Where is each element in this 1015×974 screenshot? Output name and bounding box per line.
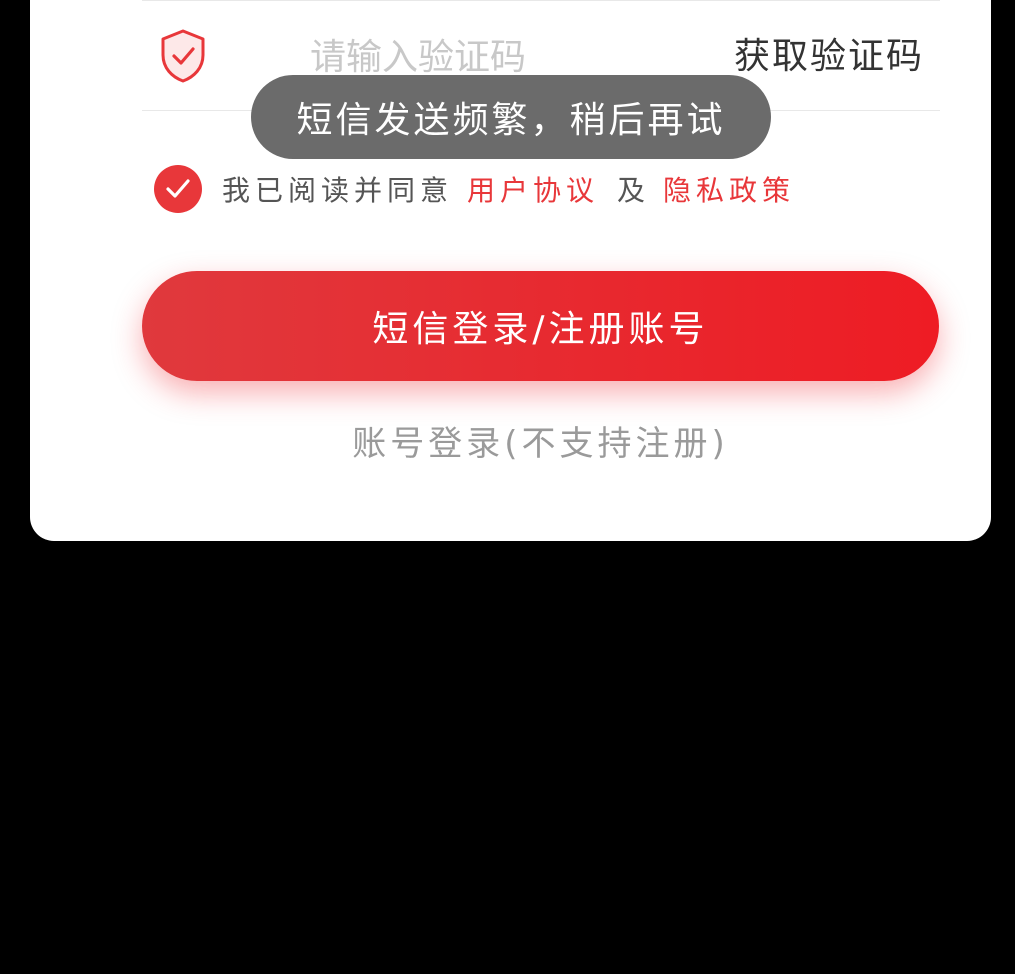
checkmark-icon [166, 179, 190, 198]
user-agreement-link[interactable]: 用户协议 [467, 169, 599, 209]
agreement-and-text: 及 [617, 174, 646, 207]
privacy-policy-link[interactable]: 隐私政策 [663, 169, 795, 209]
get-code-button[interactable]: 获取验证码 [734, 29, 924, 85]
agreement-checkbox[interactable] [154, 165, 202, 213]
agreement-row: 我已阅读并同意 用户协议 及 隐私政策 [154, 165, 795, 213]
agreement-text: 我已阅读并同意 [222, 174, 454, 207]
toast-message: 短信发送频繁，稍后再试 [251, 75, 771, 159]
sms-login-register-button[interactable]: 短信登录/注册账号 [142, 271, 939, 381]
shield-check-icon [161, 29, 205, 83]
account-login-link[interactable]: 账号登录(不支持注册) [142, 416, 939, 472]
